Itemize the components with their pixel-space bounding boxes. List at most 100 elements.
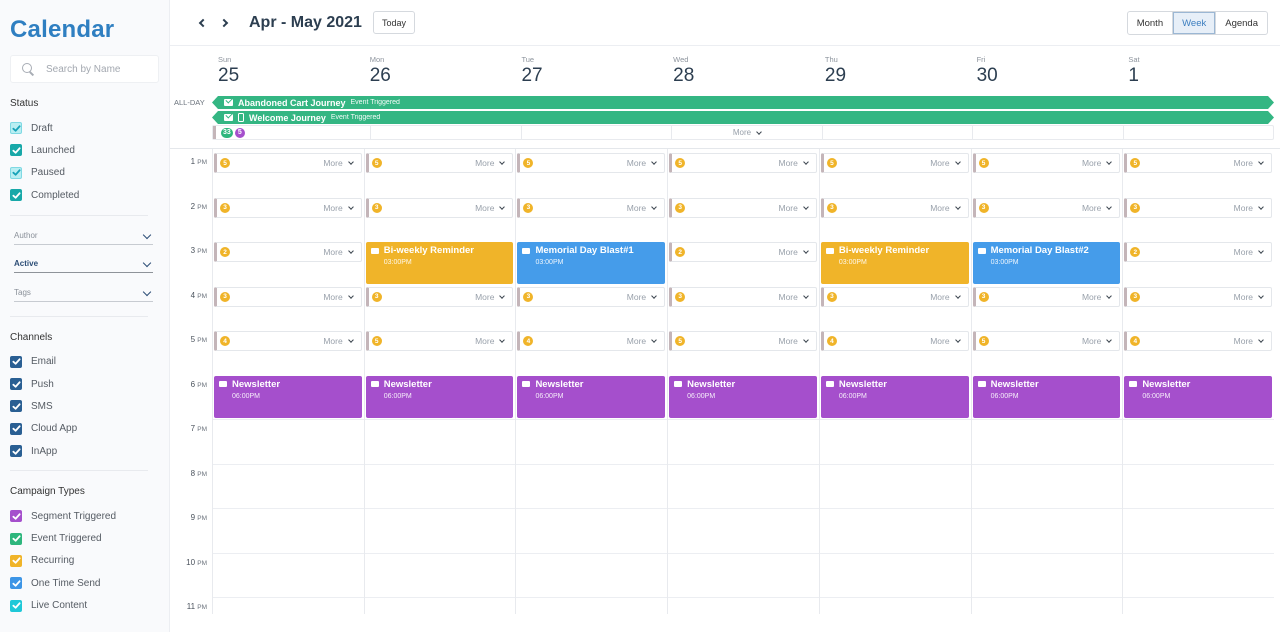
more-link[interactable]: More [1082, 158, 1113, 168]
more-link[interactable]: More [475, 292, 506, 302]
more-events-box[interactable]: 3 More [1124, 286, 1273, 307]
author-dropdown[interactable]: Author [14, 216, 153, 245]
more-events-box[interactable]: 3 More [820, 197, 969, 218]
day-header-mon[interactable]: Mon 26 [364, 47, 516, 92]
event-newsletter[interactable]: Newsletter 06:00PM [517, 375, 666, 418]
more-events-box[interactable]: 5 More [365, 153, 514, 173]
more-events-box[interactable]: 3 More [972, 286, 1121, 307]
more-link[interactable]: More [779, 158, 809, 168]
campaign-type-filter-one-time-send[interactable]: One Time Send [10, 572, 159, 594]
all-day-event-abandoned-cart-journey[interactable]: Abandoned Cart Journey Event Triggered [212, 96, 1274, 109]
more-events-box[interactable]: 4 More [820, 331, 969, 351]
channel-filter-inapp[interactable]: InApp [10, 440, 159, 462]
status-filter-paused[interactable]: Paused [10, 162, 159, 184]
checkbox[interactable] [10, 400, 22, 413]
more-events-box[interactable]: 5 More [669, 331, 817, 351]
more-link[interactable]: More [627, 292, 657, 302]
checkbox[interactable] [10, 599, 22, 612]
event-newsletter[interactable]: Newsletter 06:00PM [365, 375, 514, 418]
event-newsletter[interactable]: Newsletter 06:00PM [972, 375, 1121, 418]
channel-filter-push[interactable]: Push [10, 373, 159, 395]
campaign-type-filter-event-triggered[interactable]: Event Triggered [10, 527, 159, 549]
more-link[interactable]: More [779, 292, 809, 302]
more-link[interactable]: More [1082, 336, 1113, 346]
more-events-box[interactable]: 5 More [972, 331, 1121, 351]
channel-filter-sms[interactable]: SMS [10, 395, 159, 417]
day-header-wed[interactable]: Wed 28 [667, 47, 819, 92]
more-events-box[interactable]: 3 More [1124, 197, 1273, 218]
day-header-thu[interactable]: Thu 29 [819, 47, 971, 92]
more-events-box[interactable]: 5 More [517, 153, 666, 173]
more-events-box[interactable]: 2 More [1124, 242, 1273, 262]
more-link[interactable]: More [1234, 203, 1264, 213]
active-dropdown[interactable]: Active [14, 245, 153, 274]
checkbox[interactable] [10, 577, 22, 590]
checkbox[interactable] [10, 532, 22, 545]
status-filter-completed[interactable]: Completed [10, 184, 159, 206]
campaign-type-filter-segment-triggered[interactable]: Segment Triggered [10, 505, 159, 527]
day-header-tue[interactable]: Tue 27 [515, 47, 667, 92]
checkbox[interactable] [10, 189, 22, 202]
search-input[interactable] [46, 63, 146, 75]
more-link[interactable]: More [475, 203, 506, 213]
more-events-box[interactable]: 5 More [1124, 153, 1273, 173]
more-link[interactable]: More [323, 203, 354, 213]
more-link[interactable]: More [1234, 292, 1264, 302]
checkbox[interactable] [10, 422, 22, 435]
campaign-type-filter-recurring[interactable]: Recurring [10, 550, 159, 572]
more-link[interactable]: More [323, 292, 354, 302]
more-events-box[interactable]: 5 More [214, 153, 362, 173]
more-events-box[interactable]: 3 More [972, 197, 1121, 218]
campaign-type-filter-live-content[interactable]: Live Content [10, 594, 159, 616]
checkbox[interactable] [10, 355, 22, 368]
more-link[interactable]: More [779, 336, 809, 346]
more-link[interactable]: More [627, 203, 657, 213]
more-link[interactable]: More [733, 128, 751, 137]
checkbox[interactable] [10, 445, 22, 458]
more-events-box[interactable]: 5 More [365, 331, 514, 351]
checkbox[interactable] [10, 510, 22, 523]
checkbox[interactable] [10, 166, 22, 179]
more-events-box[interactable]: 3 More [517, 286, 666, 307]
all-day-cell[interactable]: More [672, 126, 823, 139]
more-link[interactable]: More [323, 247, 354, 257]
day-header-sat[interactable]: Sat 1 [1122, 47, 1274, 92]
event-newsletter[interactable]: Newsletter 06:00PM [820, 375, 969, 418]
event-newsletter[interactable]: Newsletter 06:00PM [1124, 375, 1273, 418]
channel-filter-cloud-app[interactable]: Cloud App [10, 418, 159, 440]
more-link[interactable]: More [930, 203, 961, 213]
event-newsletter[interactable]: Newsletter 06:00PM [214, 375, 362, 418]
checkbox[interactable] [10, 378, 22, 391]
event-newsletter[interactable]: Newsletter 06:00PM [669, 375, 817, 418]
more-link[interactable]: More [779, 247, 809, 257]
event-memorial-day-blast-1[interactable]: Memorial Day Blast#1 03:00PM [517, 242, 666, 284]
event-bi-weekly-reminder[interactable]: Bi-weekly Reminder 03:00PM [365, 242, 514, 284]
search-box[interactable] [10, 55, 159, 83]
more-events-box[interactable]: 3 More [365, 286, 514, 307]
more-events-box[interactable]: 4 More [1124, 331, 1273, 351]
more-events-box[interactable]: 4 More [517, 331, 666, 351]
more-link[interactable]: More [627, 158, 657, 168]
more-link[interactable]: More [1234, 158, 1264, 168]
day-header-fri[interactable]: Fri 30 [971, 47, 1123, 92]
more-link[interactable]: More [627, 336, 657, 346]
more-link[interactable]: More [1082, 292, 1113, 302]
more-events-box[interactable]: 3 More [365, 197, 514, 218]
more-events-box[interactable]: 3 More [214, 286, 362, 307]
more-link[interactable]: More [475, 336, 506, 346]
more-events-box[interactable]: 3 More [669, 197, 817, 218]
more-events-box[interactable]: 3 More [517, 197, 666, 218]
checkbox[interactable] [10, 554, 22, 567]
count-badge[interactable]: 33 [221, 127, 233, 138]
more-events-box[interactable]: 3 More [820, 286, 969, 307]
more-link[interactable]: More [779, 203, 809, 213]
more-link[interactable]: More [1082, 203, 1113, 213]
view-agenda-button[interactable]: Agenda [1216, 12, 1267, 34]
count-badge[interactable]: 5 [234, 127, 245, 138]
more-link[interactable]: More [1234, 247, 1264, 257]
more-events-box[interactable]: 4 More [214, 331, 362, 351]
more-events-box[interactable]: 2 More [214, 242, 362, 262]
event-bi-weekly-reminder[interactable]: Bi-weekly Reminder 03:00PM [820, 242, 969, 284]
event-memorial-day-blast-2[interactable]: Memorial Day Blast#2 03:00PM [972, 242, 1121, 284]
tags-dropdown[interactable]: Tags [14, 273, 153, 302]
